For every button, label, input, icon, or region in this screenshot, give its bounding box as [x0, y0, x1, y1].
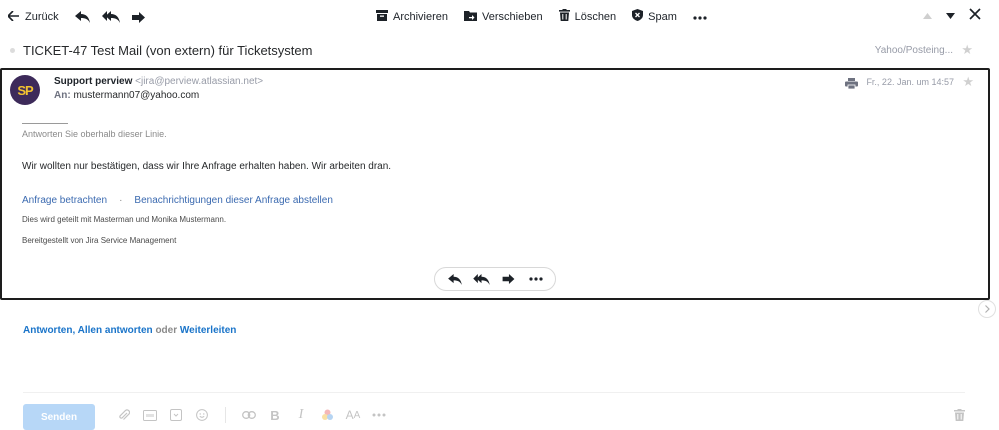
link-separator: ·: [119, 195, 123, 206]
trash-icon: [558, 9, 570, 24]
quick-actions: [434, 267, 556, 291]
arrow-left-icon: [6, 9, 19, 24]
italic-icon[interactable]: I: [292, 407, 310, 423]
sender-name[interactable]: Support perview: [54, 76, 132, 87]
reply-all-icon[interactable]: [101, 9, 121, 25]
toolbar-actions: Archivieren Verschieben Löschen Spam: [376, 9, 723, 24]
subject-row: TICKET-47 Test Mail (von extern) für Tic…: [0, 36, 999, 66]
request-links: Anfrage betrachten · Benachrichtigungen …: [22, 195, 333, 206]
archive-label: Archivieren: [393, 10, 449, 23]
bold-icon[interactable]: B: [266, 407, 284, 423]
quick-reply-all-icon[interactable]: [471, 271, 493, 287]
more-dots-icon: [693, 11, 707, 23]
move-icon: [464, 10, 478, 24]
message-toolbar: Zurück Archivieren Verschieben Löschen S…: [0, 0, 999, 34]
spam-button[interactable]: Spam: [632, 9, 677, 24]
toolbar-left: Zurück: [6, 9, 149, 25]
previous-message-icon[interactable]: [923, 10, 932, 22]
reply-or-text: oder: [155, 325, 178, 336]
reply-link[interactable]: Antworten: [23, 325, 72, 336]
recipient-line: An: mustermann07@yahoo.com: [54, 90, 199, 101]
spam-shield-icon: [632, 9, 644, 24]
archive-button[interactable]: Archivieren: [376, 9, 449, 24]
avatar: SP: [10, 75, 40, 105]
unsubscribe-request-link[interactable]: Benachrichtigungen dieser Anfrage abstel…: [134, 195, 332, 206]
move-button[interactable]: Verschieben: [464, 10, 543, 24]
message-star-icon[interactable]: ★: [962, 74, 974, 90]
quick-forward-icon[interactable]: [498, 271, 520, 287]
more-actions-button[interactable]: [693, 11, 707, 23]
reply-above-hint: Antworten Sie oberhalb dieser Linie.: [22, 129, 167, 139]
recipient-label: An:: [54, 90, 71, 101]
reply-bar: Antworten, Allen antworten oder Weiterle…: [23, 325, 236, 336]
back-label: Zurück: [25, 11, 59, 23]
forward-link[interactable]: Weiterleiten: [180, 325, 237, 336]
compose-separator: [225, 407, 226, 423]
discard-draft-icon[interactable]: [954, 408, 965, 426]
recipient-address[interactable]: mustermann07@yahoo.com: [73, 90, 199, 101]
compose-toolbar: Senden B I AA: [23, 404, 973, 430]
spam-label: Spam: [648, 10, 677, 23]
forward-icon[interactable]: [129, 9, 149, 25]
archive-icon: [376, 9, 388, 24]
view-request-link[interactable]: Anfrage betrachten: [22, 195, 107, 206]
unread-dot-icon[interactable]: [10, 48, 15, 53]
back-button[interactable]: Zurück: [6, 9, 59, 24]
quick-reply-icon[interactable]: [444, 271, 466, 287]
link-icon[interactable]: [240, 407, 258, 423]
star-icon[interactable]: ★: [961, 42, 973, 58]
reply-all-link[interactable]: Allen antworten: [78, 325, 153, 336]
message-date: Fr., 22. Jan. um 14:57: [866, 77, 954, 87]
close-icon[interactable]: [969, 8, 981, 23]
quick-more-icon[interactable]: [525, 271, 547, 287]
reply-comma: ,: [72, 325, 76, 336]
emoji-icon[interactable]: [193, 407, 211, 423]
provided-by-text: Bereitgestellt von Jira Service Manageme…: [22, 236, 177, 245]
delete-label: Löschen: [574, 10, 617, 23]
next-message-icon[interactable]: [946, 10, 955, 22]
gif-icon[interactable]: [141, 407, 159, 423]
shared-with-text: Dies wird geteilt mit Masterman und Moni…: [22, 215, 227, 224]
more-formatting-icon[interactable]: [370, 407, 388, 423]
toolbar-right: [923, 8, 981, 23]
sticker-icon[interactable]: [167, 407, 185, 423]
attachment-icon[interactable]: [115, 407, 133, 423]
send-button[interactable]: Senden: [23, 404, 95, 430]
reply-icon[interactable]: [73, 9, 93, 25]
folder-label[interactable]: Yahoo/Posteing...: [875, 45, 953, 56]
print-icon[interactable]: [845, 76, 858, 94]
font-size-icon[interactable]: AA: [344, 407, 362, 423]
compose-divider: [23, 392, 965, 393]
sender-email: <jira@perview.atlassian.net>: [135, 76, 264, 87]
expand-panel-chevron-icon[interactable]: [978, 300, 996, 318]
message-body-text: Wir wollten nur bestätigen, dass wir Ihr…: [22, 161, 392, 172]
move-label: Verschieben: [482, 10, 543, 23]
text-color-icon[interactable]: [318, 407, 336, 423]
reply-divider: [22, 123, 68, 124]
delete-button[interactable]: Löschen: [558, 9, 617, 24]
message-card: SP Support perview <jira@perview.atlassi…: [0, 68, 990, 300]
sender-line: Support perview <jira@perview.atlassian.…: [54, 76, 263, 87]
email-subject: TICKET-47 Test Mail (von extern) für Tic…: [23, 43, 313, 58]
